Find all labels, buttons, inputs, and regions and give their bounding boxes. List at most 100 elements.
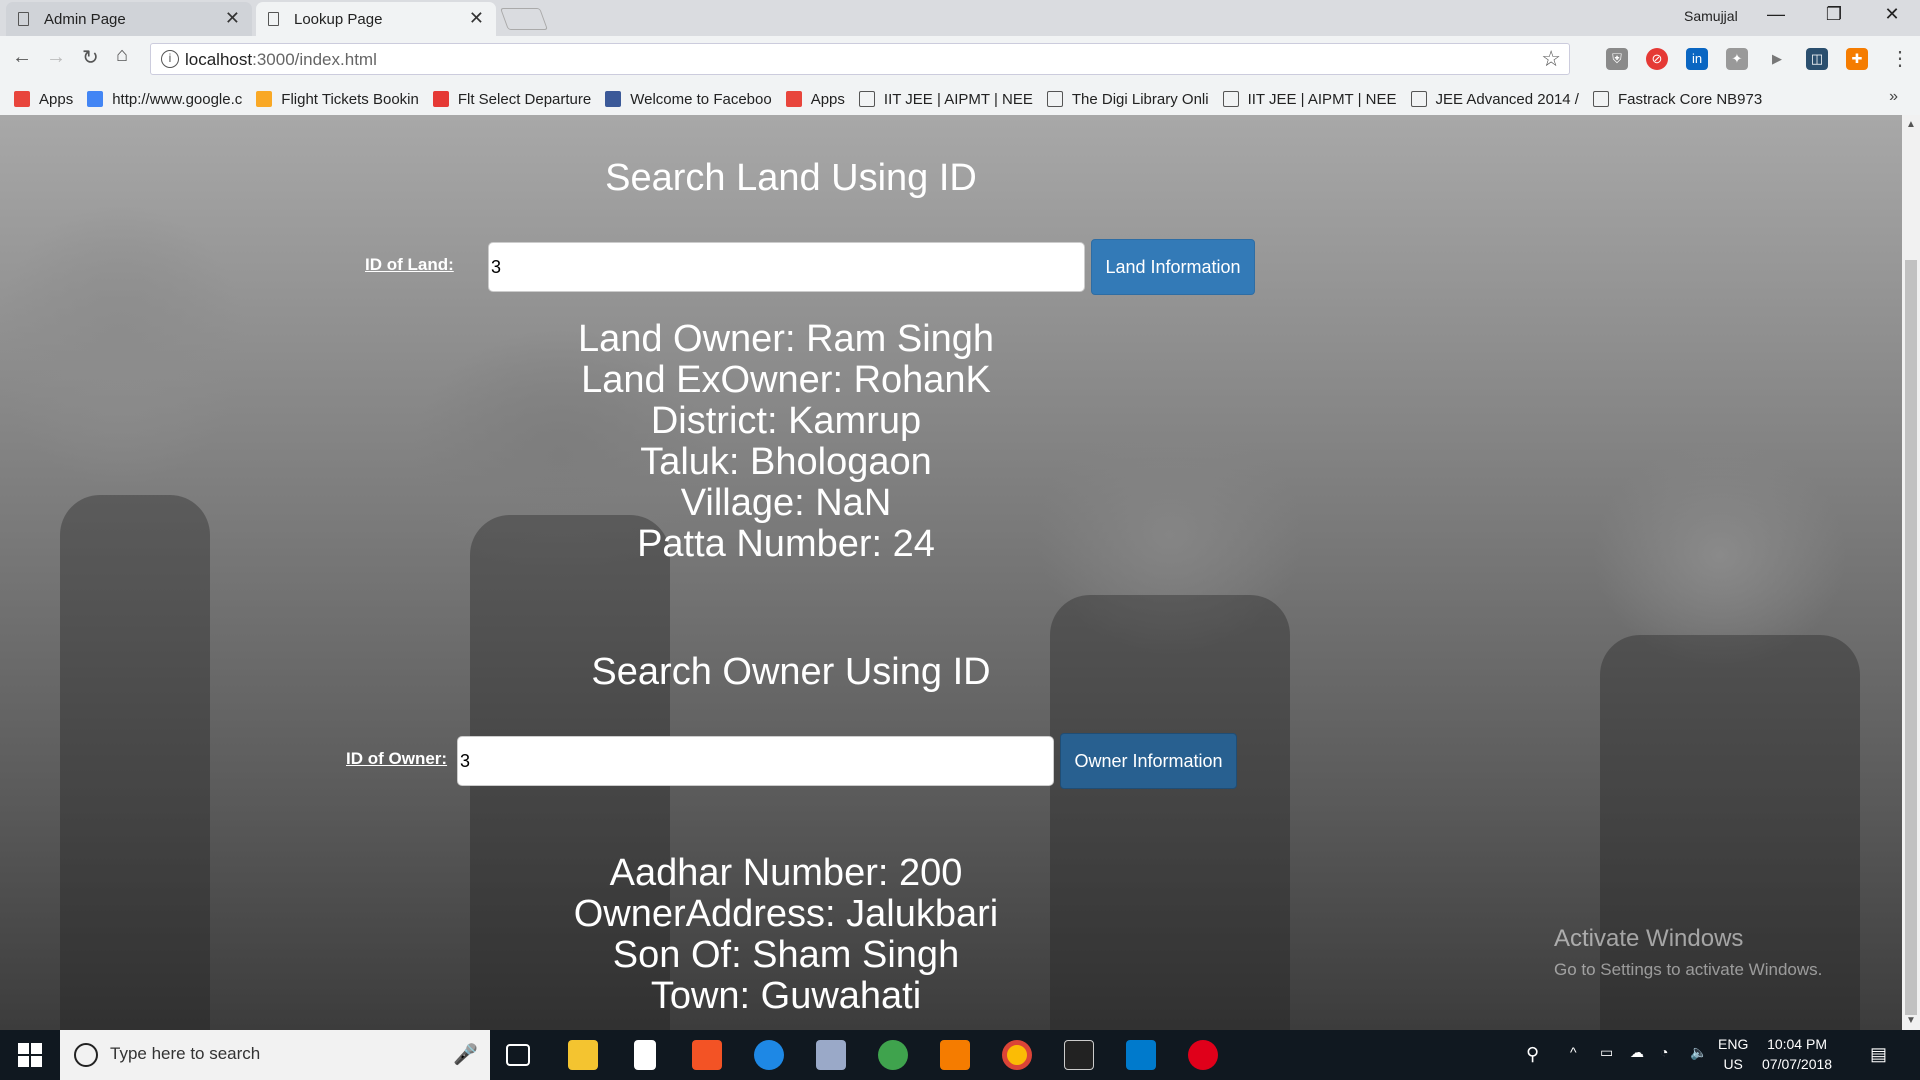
- people-icon[interactable]: ⚲: [1526, 1044, 1539, 1065]
- notepad-icon[interactable]: [634, 1040, 656, 1070]
- search-placeholder: Type here to search: [110, 1044, 261, 1063]
- terminal-icon[interactable]: [1064, 1040, 1094, 1070]
- shield-extension-icon[interactable]: ⛨: [1606, 48, 1628, 70]
- wifi-icon[interactable]: ◔: [1660, 1044, 1668, 1060]
- new-tab-button[interactable]: [499, 8, 549, 30]
- bookmark-item[interactable]: JEE Advanced 2014 /: [1410, 91, 1579, 108]
- close-window-button[interactable]: ✕: [1872, 4, 1912, 25]
- clock[interactable]: 10:04 PM 07/07/2018: [1762, 1036, 1832, 1072]
- scroll-down-icon[interactable]: ▼: [1906, 1015, 1916, 1026]
- activate-windows-subtitle: Go to Settings to activate Windows.: [1554, 960, 1823, 979]
- language-indicator[interactable]: ENG US: [1718, 1036, 1748, 1072]
- bookmarks-more-chevron-icon[interactable]: »: [1889, 88, 1898, 106]
- bookmark-label: Fastrack Core NB973: [1617, 90, 1763, 108]
- apps-grid-icon: [14, 91, 30, 107]
- tab-strip: Admin Page ✕ Lookup Page ✕ Samujjal — ❐ …: [0, 0, 1920, 36]
- land-id-label: ID of Land:: [365, 255, 454, 274]
- windows-start-icon[interactable]: [18, 1043, 42, 1067]
- google-icon: [87, 91, 104, 107]
- close-tab-icon[interactable]: ✕: [469, 8, 484, 29]
- region-code: US: [1723, 1056, 1743, 1072]
- land-result-line: Patta Number: 24: [637, 523, 935, 565]
- bookmark-item[interactable]: Apps: [785, 90, 845, 108]
- owner-result-line: Town: Guwahati: [650, 975, 922, 1017]
- adblock-extension-icon[interactable]: ⊘: [1646, 48, 1668, 70]
- puzzle-extension-icon[interactable]: ✚: [1846, 48, 1868, 70]
- owner-search-heading: Search Owner Using ID: [591, 651, 991, 693]
- bracket-extension-icon[interactable]: ◫: [1806, 48, 1828, 70]
- vertical-scrollbar[interactable]: ▲ ▼: [1902, 115, 1920, 1030]
- vscode-icon[interactable]: [1126, 1040, 1156, 1070]
- land-result-line: District: Kamrup: [650, 400, 922, 442]
- linkedin-extension-icon[interactable]: in: [1686, 48, 1708, 70]
- battery-icon[interactable]: ▭: [1600, 1044, 1613, 1061]
- land-result-line: Land Owner: Ram Singh: [577, 318, 995, 360]
- scrollbar-thumb[interactable]: [1905, 260, 1917, 1015]
- address-bar[interactable]: i localhost:3000/index.html ☆: [150, 43, 1570, 75]
- bookmark-item[interactable]: Fastrack Core NB973: [1592, 90, 1763, 108]
- bookmark-label: Welcome to Faceboo: [630, 90, 772, 108]
- bookmark-item[interactable]: http://www.google.c: [87, 91, 242, 108]
- owner-information-button[interactable]: Owner Information: [1060, 733, 1237, 789]
- bookmark-item[interactable]: Welcome to Faceboo: [605, 90, 772, 108]
- bookmark-item[interactable]: The Digi Library Onli: [1046, 91, 1209, 108]
- generic-app-icon[interactable]: [816, 1040, 846, 1070]
- info-icon[interactable]: i: [161, 50, 179, 68]
- bookmark-label: Flt Select Departure: [457, 90, 592, 108]
- page-icon: [1410, 91, 1427, 107]
- atom-icon[interactable]: [878, 1040, 908, 1070]
- taskbar-search-box[interactable]: Type here to search 🎤: [60, 1030, 490, 1080]
- bookmark-item[interactable]: Flight Tickets Bookin: [256, 91, 419, 108]
- bookmark-item[interactable]: IIT JEE | AIPMT | NEE: [1222, 91, 1397, 108]
- url-text[interactable]: localhost:3000/index.html: [185, 50, 377, 70]
- chrome-icon[interactable]: [1002, 1040, 1032, 1070]
- close-tab-icon[interactable]: ✕: [225, 8, 240, 29]
- tab-admin-page[interactable]: Admin Page ✕: [6, 2, 252, 36]
- page-icon: [1592, 91, 1609, 107]
- edge-icon[interactable]: [754, 1040, 784, 1070]
- volume-icon[interactable]: 🔈: [1690, 1044, 1707, 1061]
- file-explorer-icon[interactable]: [568, 1040, 598, 1070]
- bookmark-label: Flight Tickets Bookin: [281, 90, 419, 108]
- notifications-icon[interactable]: ▤: [1870, 1044, 1887, 1065]
- bookmark-item[interactable]: IIT JEE | AIPMT | NEE: [858, 91, 1033, 108]
- onedrive-icon[interactable]: ☁: [1630, 1044, 1644, 1061]
- browser-chrome: Admin Page ✕ Lookup Page ✕ Samujjal — ❐ …: [0, 0, 1920, 115]
- bookmark-label: Apps: [810, 90, 845, 108]
- microphone-icon[interactable]: 🎤: [453, 1042, 478, 1067]
- play-extension-icon[interactable]: ▶: [1766, 48, 1788, 70]
- opera-icon[interactable]: [1188, 1040, 1218, 1070]
- bookmark-item[interactable]: Flt Select Departure: [432, 90, 592, 108]
- scroll-up-icon[interactable]: ▲: [1906, 119, 1916, 130]
- store-icon[interactable]: [692, 1040, 722, 1070]
- land-result-line: Village: NaN: [680, 482, 892, 524]
- tab-lookup-page[interactable]: Lookup Page ✕: [256, 2, 496, 36]
- forward-arrow-icon[interactable]: →: [46, 46, 66, 69]
- profile-name[interactable]: Samujjal: [1684, 8, 1738, 24]
- bookmark-star-icon[interactable]: ☆: [1541, 46, 1561, 72]
- page-icon: [1046, 91, 1063, 107]
- owner-id-label: ID of Owner:: [346, 749, 448, 768]
- makemytrip-icon: [432, 91, 449, 107]
- owner-id-input[interactable]: 3: [457, 736, 1054, 786]
- bookmark-item[interactable]: Apps: [14, 91, 73, 108]
- home-icon[interactable]: ⌂: [116, 44, 128, 67]
- owner-result-line: OwnerAddress: Jalukbari: [573, 893, 999, 935]
- bird-extension-icon[interactable]: ✦: [1726, 48, 1748, 70]
- land-information-button[interactable]: Land Information: [1091, 239, 1255, 295]
- owner-result-line: Aadhar Number: 200: [609, 852, 963, 894]
- page-icon: [1222, 91, 1239, 107]
- page-background: Search Land Using ID ID of Land: 3 Land …: [0, 115, 1902, 1030]
- task-view-icon[interactable]: [506, 1044, 530, 1066]
- sublime-text-icon[interactable]: [940, 1040, 970, 1070]
- apps-grid-icon: [785, 91, 802, 107]
- tray-chevron-icon[interactable]: ^: [1570, 1044, 1577, 1060]
- minimize-button[interactable]: —: [1756, 4, 1796, 25]
- restore-button[interactable]: ❐: [1814, 4, 1854, 25]
- land-result-line: Taluk: Bhologaon: [640, 441, 932, 483]
- land-id-input[interactable]: 3: [488, 242, 1085, 292]
- land-search-heading: Search Land Using ID: [605, 157, 977, 199]
- menu-dots-icon[interactable]: ⋮: [1890, 46, 1910, 71]
- reload-icon[interactable]: ↻: [82, 45, 99, 70]
- back-arrow-icon[interactable]: ←: [12, 46, 32, 69]
